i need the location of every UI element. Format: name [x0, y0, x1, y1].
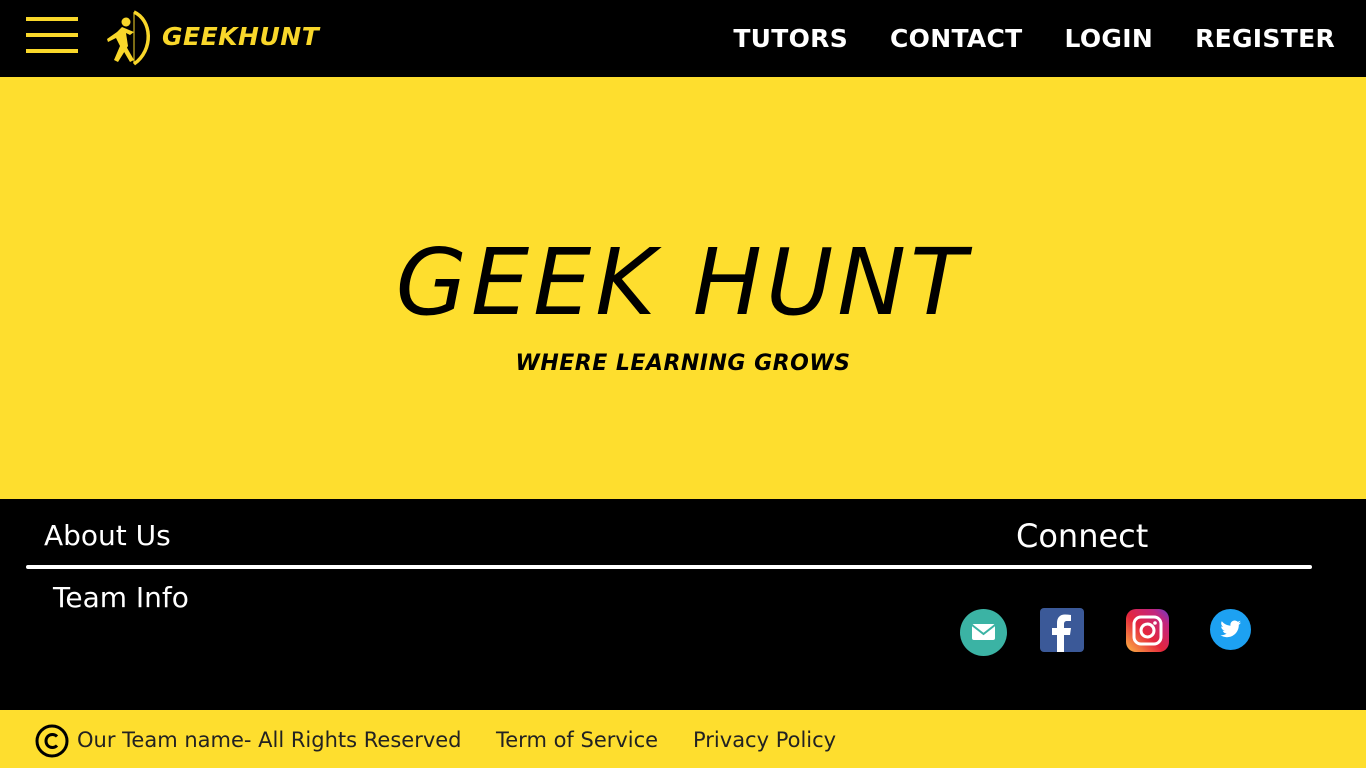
- main-nav: TUTORS CONTACT LOGIN REGISTER: [733, 24, 1335, 53]
- nav-tutors-link[interactable]: TUTORS: [733, 24, 848, 53]
- about-us-link[interactable]: About Us: [44, 519, 171, 552]
- copyright-bar: Our Team name- All Rights Reserved Term …: [0, 710, 1366, 768]
- hamburger-line: [26, 33, 78, 37]
- hero-banner: GEEK HUNT WHERE LEARNING GROWS: [0, 77, 1366, 499]
- nav-login-link[interactable]: LOGIN: [1065, 24, 1154, 53]
- twitter-icon[interactable]: [1210, 609, 1251, 650]
- hamburger-line: [26, 49, 78, 53]
- team-info-link[interactable]: Team Info: [53, 581, 189, 614]
- facebook-icon[interactable]: [1040, 608, 1084, 652]
- copyright-icon: [35, 724, 69, 758]
- email-icon[interactable]: [960, 609, 1007, 656]
- hamburger-line: [26, 17, 78, 21]
- nav-contact-link[interactable]: CONTACT: [890, 24, 1022, 53]
- hero-title: GEEK HUNT: [395, 229, 971, 336]
- top-nav-bar: GEEKHUNT TUTORS CONTACT LOGIN REGISTER: [0, 0, 1366, 77]
- footer-divider: [26, 565, 1312, 569]
- footer: About Us Connect Team Info: [0, 499, 1366, 710]
- privacy-policy-link[interactable]: Privacy Policy: [693, 728, 836, 752]
- archer-logo-icon[interactable]: [104, 8, 154, 68]
- nav-register-link[interactable]: REGISTER: [1195, 24, 1335, 53]
- hamburger-menu-icon[interactable]: [26, 17, 78, 55]
- copyright-text: Our Team name- All Rights Reserved: [77, 728, 462, 752]
- hero-tagline: WHERE LEARNING GROWS: [515, 351, 851, 376]
- terms-of-service-link[interactable]: Term of Service: [496, 728, 658, 752]
- connect-heading: Connect: [1016, 517, 1149, 555]
- instagram-icon[interactable]: [1126, 609, 1169, 652]
- brand-name[interactable]: GEEKHUNT: [162, 22, 319, 51]
